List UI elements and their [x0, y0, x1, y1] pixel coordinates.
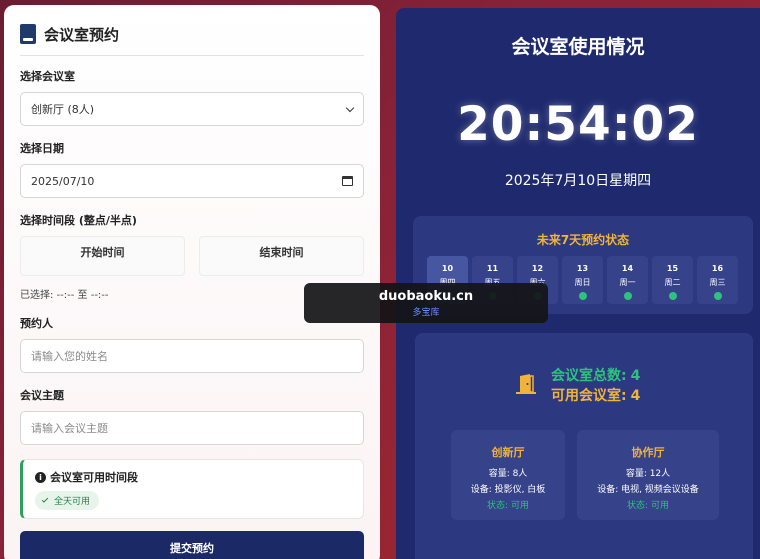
room-name: 创新厅 — [491, 446, 525, 459]
room-devices: 设备: 投影仪, 白板 — [470, 485, 546, 495]
available-rooms-value: 4 — [630, 388, 641, 404]
room-name: 协作厅 — [631, 446, 665, 459]
day-cell[interactable]: 13 周日 — [562, 256, 603, 304]
room-card[interactable]: 创新厅 容量: 8人 设备: 投影仪, 白板 状态: 可用 — [451, 430, 565, 520]
form-title: 会议室预约 — [44, 25, 120, 44]
day-weekday: 周日 — [574, 278, 591, 287]
date-display: 2025年7月10日星期四 — [504, 173, 652, 189]
watermark-overlay: duobaoku.cn 多宝库 — [304, 283, 548, 323]
room-card[interactable]: 协作厅 容量: 12人 设备: 电视, 视频会议设备 状态: 可用 — [577, 430, 719, 520]
date-label: 选择日期 — [20, 142, 64, 155]
time-range-label: 选择时间段 (整点/半点) — [20, 214, 137, 227]
room-select[interactable]: 创新厅 (8人) — [20, 92, 364, 126]
availability-badge-text: 全天可用 — [54, 497, 91, 507]
day-number: 11 — [486, 264, 499, 273]
day-number: 15 — [666, 264, 679, 273]
room-label: 选择会议室 — [20, 70, 75, 83]
dashboard-title: 会议室使用情况 — [511, 36, 645, 58]
end-time-label: 结束时间 — [259, 246, 304, 259]
available-dot-icon — [713, 292, 722, 300]
availability-badge: 全天可用 — [35, 491, 100, 510]
form-header: 会议室预约 — [20, 21, 364, 47]
day-number: 14 — [621, 264, 634, 273]
clock-display: 20:54:02 — [457, 97, 699, 152]
day-cell[interactable]: 14 周一 — [607, 256, 648, 304]
submit-button[interactable]: 提交预约 — [20, 531, 364, 559]
booking-form-card: 会议室预约 选择会议室 创新厅 (8人) 选择日期 2025/07/10 选择时… — [4, 5, 380, 559]
check-icon — [41, 496, 49, 503]
start-time-button[interactable]: 开始时间 — [20, 236, 185, 276]
total-rooms-label: 会议室总数: — [551, 368, 627, 384]
topic-label: 会议主题 — [20, 389, 64, 402]
available-dot-icon — [668, 292, 677, 300]
day-weekday: 周三 — [709, 278, 726, 287]
total-rooms-value: 4 — [630, 368, 641, 384]
header-divider — [20, 55, 364, 56]
day-number: 16 — [711, 264, 724, 273]
week-status-title: 未来7天预约状态 — [536, 233, 630, 247]
availability-header: i 会议室可用时间段 — [35, 469, 351, 485]
room-status: 状态: 可用 — [487, 501, 529, 511]
day-weekday: 周二 — [664, 278, 681, 287]
room-capacity: 容量: 12人 — [625, 469, 671, 479]
available-rooms-label: 可用会议室: — [551, 388, 627, 404]
day-cell[interactable]: 16 周三 — [697, 256, 738, 304]
door-icon — [516, 374, 536, 394]
day-number: 13 — [576, 264, 589, 273]
room-stats-card: 会议室总数: 4 可用会议室: 4 创新厅 容量: 8人 设备: 投影仪, 白板 状… — [415, 333, 753, 559]
watermark-domain: duobaoku.cn — [378, 289, 474, 304]
topic-input[interactable]: 请输入会议主题 — [20, 411, 364, 445]
room-capacity: 容量: 8人 — [488, 469, 528, 479]
chevron-down-icon — [345, 103, 355, 112]
availability-panel: i 会议室可用时间段 全天可用 — [20, 459, 364, 519]
available-dot-icon — [578, 292, 587, 300]
room-select-value: 创新厅 (8人) — [31, 103, 95, 116]
book-icon — [20, 24, 36, 44]
start-time-label: 开始时间 — [80, 246, 125, 259]
topic-input-placeholder: 请输入会议主题 — [31, 422, 108, 435]
available-rooms-stat: 可用会议室: 4 — [551, 385, 640, 405]
room-status: 状态: 可用 — [627, 501, 669, 511]
total-rooms-stat: 会议室总数: 4 — [551, 365, 640, 385]
name-input[interactable]: 请输入您的姓名 — [20, 339, 364, 373]
day-number: 12 — [531, 264, 544, 273]
end-time-button[interactable]: 结束时间 — [199, 236, 364, 276]
day-weekday: 周一 — [619, 278, 636, 287]
info-icon: i — [35, 471, 46, 483]
name-input-placeholder: 请输入您的姓名 — [31, 350, 108, 363]
room-devices: 设备: 电视, 视频会议设备 — [597, 485, 699, 495]
watermark-name: 多宝库 — [412, 308, 440, 318]
day-cell[interactable]: 15 周二 — [652, 256, 693, 304]
available-dot-icon — [623, 292, 632, 300]
day-number: 10 — [441, 264, 454, 273]
availability-title: 会议室可用时间段 — [50, 471, 138, 484]
date-input[interactable]: 2025/07/10 — [20, 164, 364, 198]
time-range-row: 开始时间 结束时间 — [20, 236, 364, 276]
calendar-icon[interactable] — [342, 176, 353, 186]
date-input-value: 2025/07/10 — [31, 174, 95, 188]
